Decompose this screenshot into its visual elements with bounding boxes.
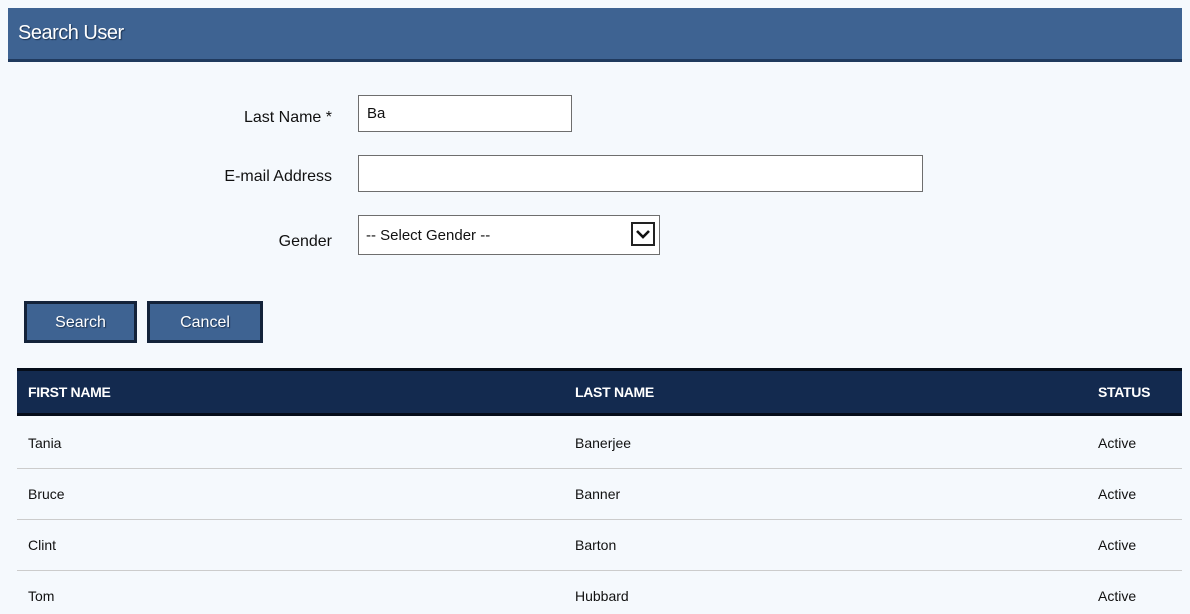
last-name-input[interactable]	[358, 95, 572, 132]
page-header: Search User	[8, 8, 1182, 62]
status-cell: Active	[1098, 486, 1137, 502]
chevron-down-icon[interactable]	[631, 222, 655, 246]
status-cell: Active	[1098, 537, 1137, 553]
table-row[interactable]: Tania Banerjee Active	[17, 418, 1182, 469]
table-row[interactable]: Tom Hubbard Active	[17, 571, 1182, 614]
last-name-label: Last Name *	[243, 109, 332, 126]
email-field[interactable]	[358, 155, 923, 192]
status-cell: Active	[1098, 588, 1137, 604]
gender-label: Gender	[278, 233, 332, 250]
gender-selected-value: -- Select Gender --	[366, 227, 491, 244]
search-button[interactable]: Search	[24, 301, 137, 343]
status-cell: Active	[1098, 435, 1137, 451]
cancel-button[interactable]: Cancel	[147, 301, 263, 343]
email-label: E-mail Address	[224, 168, 332, 185]
first-name-cell: Bruce	[28, 486, 65, 502]
page-title: Search User	[18, 22, 124, 44]
last-name-cell: Banner	[575, 486, 621, 502]
gender-select[interactable]: -- Select Gender --	[358, 215, 660, 255]
table-row[interactable]: Bruce Banner Active	[17, 469, 1182, 520]
first-name-cell: Clint	[28, 537, 57, 553]
column-header-first-name: FIRST NAME	[28, 384, 111, 400]
last-name-cell: Barton	[575, 537, 617, 553]
table-header: FIRST NAME LAST NAME STATUS	[17, 368, 1182, 416]
first-name-cell: Tania	[28, 435, 62, 451]
search-user-page: Search User Last Name * E-mail Address G…	[0, 0, 1190, 614]
column-header-last-name: LAST NAME	[575, 384, 654, 400]
first-name-cell: Tom	[28, 588, 55, 604]
last-name-cell: Banerjee	[575, 435, 632, 451]
table-row[interactable]: Clint Barton Active	[17, 520, 1182, 571]
last-name-cell: Hubbard	[575, 588, 629, 604]
column-header-status: STATUS	[1098, 384, 1151, 400]
